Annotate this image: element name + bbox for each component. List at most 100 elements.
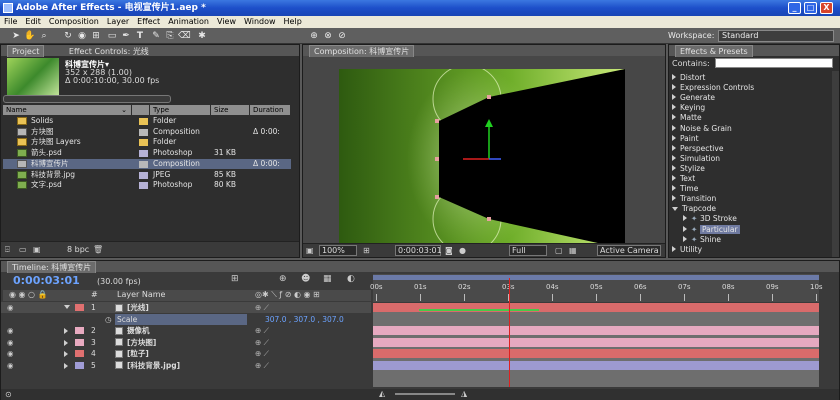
draft-3d-icon[interactable]: ⊕ xyxy=(279,274,287,284)
puppet-tool-icon[interactable]: ✱ xyxy=(196,30,208,42)
mask-tool-icon[interactable]: ▭ xyxy=(106,30,118,42)
zoom-tool-icon[interactable]: ⌕ xyxy=(38,30,50,42)
layer-duration-bar[interactable] xyxy=(373,349,819,358)
effect-item[interactable]: ✦ Shine xyxy=(669,235,839,245)
project-row[interactable]: 方块图 Layers Folder xyxy=(3,137,291,148)
disclosure-triangle-icon[interactable] xyxy=(672,207,678,212)
safe-zones-icon[interactable]: ⊞ xyxy=(363,246,370,255)
label-swatch[interactable] xyxy=(139,171,148,179)
disclosure-triangle-icon[interactable] xyxy=(672,154,676,161)
workspace-select[interactable]: Standard xyxy=(718,30,834,42)
disclosure-triangle-icon[interactable] xyxy=(672,134,676,141)
project-row[interactable]: 文字.psd Photoshop 80 KB xyxy=(3,180,291,191)
timeline-zoom-slider[interactable] xyxy=(395,393,455,395)
label-swatch[interactable] xyxy=(139,182,148,190)
disclosure-triangle-icon[interactable] xyxy=(672,74,676,80)
layer-twirl-icon[interactable] xyxy=(64,351,68,357)
brush-tool-icon[interactable]: ✎ xyxy=(150,30,162,42)
layer-duration-bar[interactable] xyxy=(373,337,819,347)
eraser-tool-icon[interactable]: ⌫ xyxy=(178,30,191,42)
snapshot-icon[interactable]: ◙ xyxy=(445,246,453,255)
pan-behind-icon[interactable]: ⊞ xyxy=(90,30,102,42)
menu-file[interactable]: File xyxy=(0,16,21,28)
resolution-select[interactable]: Full xyxy=(509,245,547,256)
disclosure-triangle-icon[interactable] xyxy=(672,195,676,202)
effect-item[interactable]: Perspective xyxy=(669,144,839,154)
comp-timecode[interactable]: 0:00:03:01 xyxy=(395,245,442,256)
eye-icon[interactable]: ◉ xyxy=(7,302,14,313)
effect-item[interactable]: Time xyxy=(669,184,839,194)
effect-item[interactable]: Trapcode xyxy=(669,204,839,214)
current-time-indicator[interactable] xyxy=(509,278,511,387)
layer-label-swatch[interactable] xyxy=(75,350,84,357)
menu-animation[interactable]: Animation xyxy=(164,16,213,28)
label-swatch[interactable] xyxy=(139,160,148,168)
label-swatch[interactable] xyxy=(139,139,148,147)
orbit-camera-icon[interactable]: ◉ xyxy=(76,30,88,42)
composition-viewer[interactable] xyxy=(339,69,625,249)
effect-item[interactable]: Generate xyxy=(669,93,839,103)
effect-item[interactable]: Stylize xyxy=(669,164,839,174)
layer-switches-icon[interactable]: ⊕ ⟋ xyxy=(255,325,269,336)
layer-twirl-icon[interactable] xyxy=(64,305,70,309)
disclosure-triangle-icon[interactable] xyxy=(672,104,676,111)
column-layer-name[interactable]: Layer Name xyxy=(117,290,165,299)
disclosure-triangle-icon[interactable] xyxy=(672,124,676,131)
disclosure-triangle-icon[interactable] xyxy=(672,94,676,101)
hand-tool-icon[interactable]: ✋ xyxy=(24,30,36,42)
layer-switches-icon[interactable]: ⊕ ⟋ xyxy=(255,360,269,371)
effect-item[interactable]: Transition xyxy=(669,194,839,204)
effect-item[interactable]: Expression Controls xyxy=(669,83,839,93)
selection-tool-icon[interactable]: ➤ xyxy=(10,30,22,42)
project-row[interactable]: 科技背景.jpg JPEG 85 KB xyxy=(3,170,291,181)
frame-blending-icon[interactable]: ▦ xyxy=(323,274,332,284)
pen-tool-icon[interactable]: ✒ xyxy=(120,30,132,42)
tab-effect-controls[interactable]: Effect Controls: 光线 xyxy=(65,46,153,57)
tab-effects-presets[interactable]: Effects & Presets xyxy=(675,45,753,57)
column-size[interactable]: Size xyxy=(211,105,249,115)
time-ruler[interactable]: 00s 01s 02s 03s 04s 05s 06s 07s 08s 09s 10s xyxy=(370,274,823,302)
layer-name[interactable]: 摄像机 xyxy=(127,325,150,336)
disclosure-triangle-icon[interactable] xyxy=(672,114,676,121)
project-row[interactable]: 箭头.psd Photoshop 31 KB xyxy=(3,148,291,159)
layer-twirl-icon[interactable] xyxy=(64,362,68,369)
tab-timeline[interactable]: Timeline: 科博宣传片 xyxy=(7,261,97,273)
layer-row[interactable]: ◉ 2 摄像机 ⊕ ⟋ xyxy=(1,325,371,336)
type-tool-icon[interactable]: T xyxy=(134,30,146,42)
hide-shy-icon[interactable]: ☻ xyxy=(301,274,310,284)
work-area-bar[interactable] xyxy=(373,275,819,280)
label-swatch[interactable] xyxy=(139,150,148,158)
effect-item[interactable]: Matte xyxy=(669,113,839,123)
motion-blur-icon[interactable]: ◐ xyxy=(347,274,355,284)
menu-help[interactable]: Help xyxy=(280,16,306,28)
trash-icon[interactable]: 🗑 xyxy=(93,245,103,254)
close-button[interactable]: X xyxy=(820,2,833,14)
effect-item[interactable]: Noise & Grain xyxy=(669,124,839,134)
column-name[interactable]: Name ⌄ xyxy=(3,105,131,115)
layer-name[interactable]: [粒子] xyxy=(127,348,149,359)
disclosure-triangle-icon[interactable] xyxy=(672,144,676,151)
transparency-grid-icon[interactable]: ▦ xyxy=(569,246,577,255)
eye-icon[interactable]: ◉ xyxy=(7,325,14,336)
minimize-button[interactable]: _ xyxy=(788,2,801,14)
layer-label-swatch[interactable] xyxy=(75,361,84,369)
layer-duration-bar[interactable] xyxy=(373,326,819,335)
effect-item[interactable]: Simulation xyxy=(669,154,839,164)
disclosure-triangle-icon[interactable] xyxy=(683,225,687,232)
project-row[interactable]: 科博宣传片 Composition Δ 0:00: xyxy=(3,158,291,170)
effect-item[interactable]: Text xyxy=(669,174,839,184)
disclosure-triangle-icon[interactable] xyxy=(683,215,687,222)
scale-value[interactable]: 307.0 , 307.0 , 307.0 xyxy=(265,314,344,325)
disclosure-triangle-icon[interactable] xyxy=(672,185,676,192)
layer-twirl-icon[interactable] xyxy=(64,328,68,334)
interpret-footage-icon[interactable]: ⌹ xyxy=(5,245,10,255)
menu-edit[interactable]: Edit xyxy=(21,16,45,28)
layer-label-swatch[interactable] xyxy=(75,304,84,311)
effect-item[interactable]: ✦ Particular xyxy=(669,224,839,235)
stopwatch-icon[interactable]: ◷ xyxy=(105,314,112,325)
layer-row[interactable]: ◉ 4 [粒子] ⊕ ⟋ xyxy=(1,348,371,359)
effect-item[interactable]: Distort xyxy=(669,73,839,83)
disclosure-triangle-icon[interactable] xyxy=(683,235,687,242)
axis-view-icon[interactable]: ⊘ xyxy=(336,30,348,42)
region-of-interest-icon[interactable]: ▢ xyxy=(555,246,563,255)
